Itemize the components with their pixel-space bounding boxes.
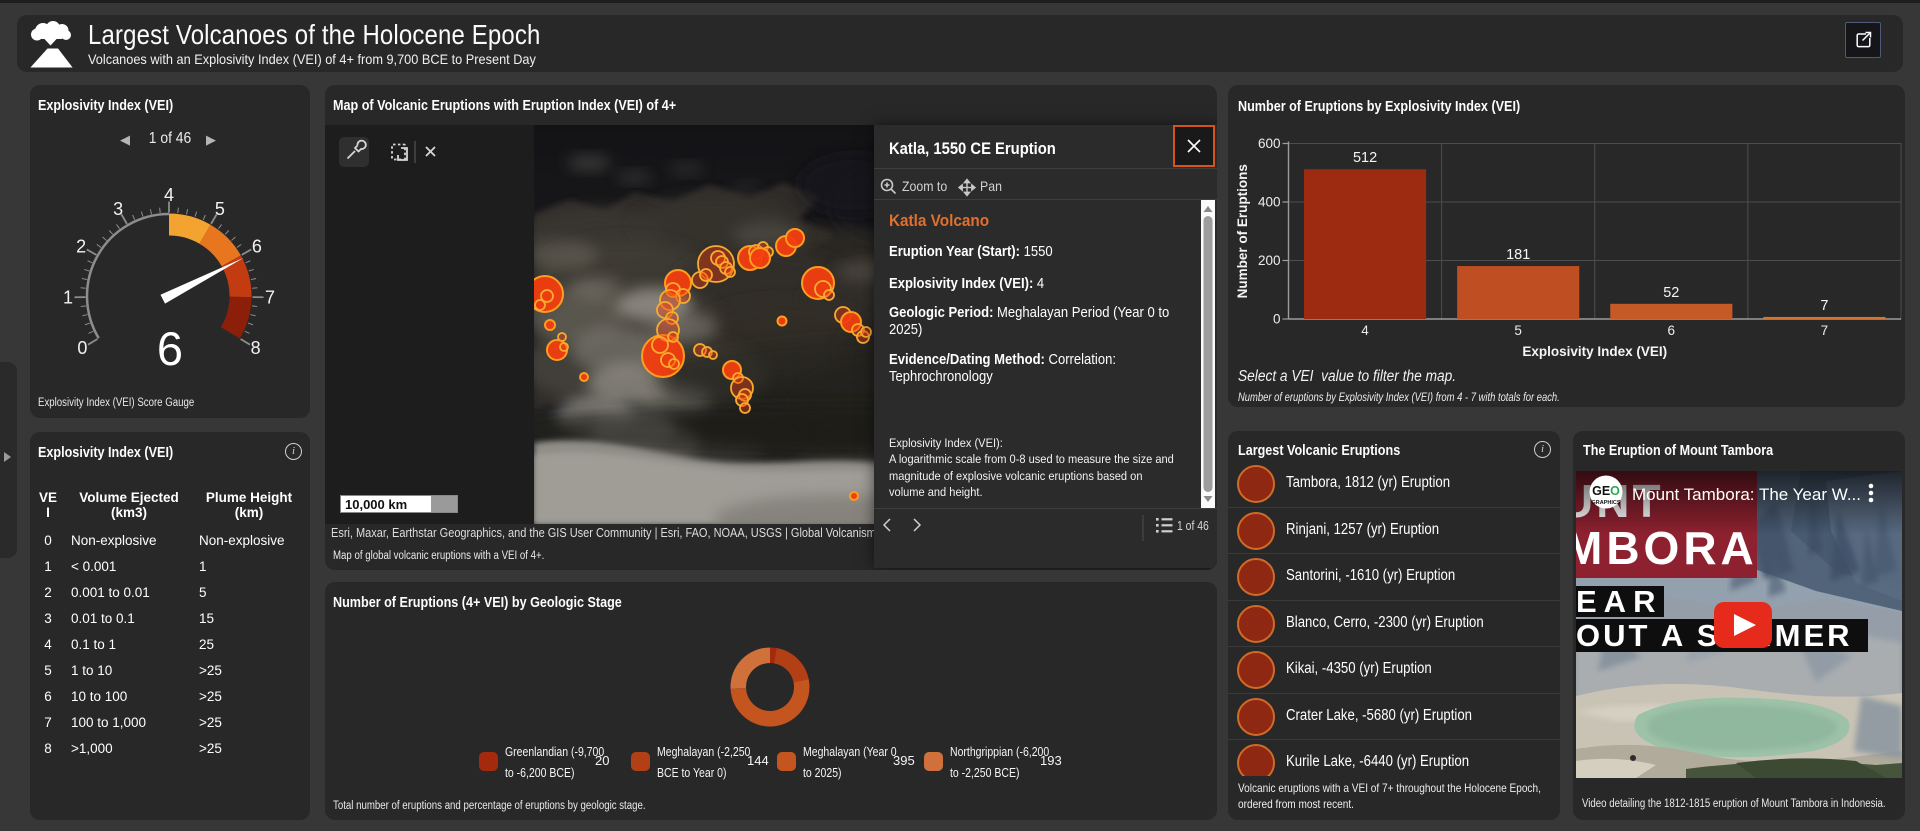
svg-text:5: 5 — [215, 199, 225, 219]
svg-text:0: 0 — [77, 338, 87, 358]
svg-text:GRAPHICS: GRAPHICS — [1591, 500, 1620, 506]
svg-text:400: 400 — [1258, 195, 1281, 210]
svg-text:7: 7 — [265, 287, 275, 307]
svg-text:7: 7 — [1821, 323, 1829, 338]
svg-text:6: 6 — [157, 322, 183, 375]
svg-text:6: 6 — [252, 236, 262, 256]
svg-text:5: 5 — [1514, 323, 1522, 338]
svg-text:Number of Eruptions: Number of Eruptions — [1235, 164, 1250, 298]
svg-text:52: 52 — [1663, 285, 1679, 301]
svg-text:1: 1 — [63, 287, 73, 307]
svg-text:3: 3 — [113, 199, 123, 219]
svg-text:7: 7 — [1820, 298, 1828, 314]
svg-text:GEO: GEO — [1592, 484, 1620, 498]
svg-text:Explosivity Index (VEI): Explosivity Index (VEI) — [1522, 344, 1667, 359]
svg-text:0: 0 — [1273, 312, 1281, 327]
svg-text:181: 181 — [1506, 247, 1530, 263]
svg-text:600: 600 — [1258, 136, 1281, 151]
svg-text:512: 512 — [1353, 150, 1377, 166]
svg-text:200: 200 — [1258, 253, 1281, 268]
svg-text:Mount Tambora: The Year W...: Mount Tambora: The Year W... — [1632, 485, 1861, 504]
svg-text:8: 8 — [251, 338, 261, 358]
svg-text:EAR: EAR — [1576, 584, 1662, 619]
svg-text:2: 2 — [76, 236, 86, 256]
svg-text:4: 4 — [164, 185, 174, 205]
svg-text:4: 4 — [1361, 323, 1369, 338]
svg-text:6: 6 — [1668, 323, 1676, 338]
